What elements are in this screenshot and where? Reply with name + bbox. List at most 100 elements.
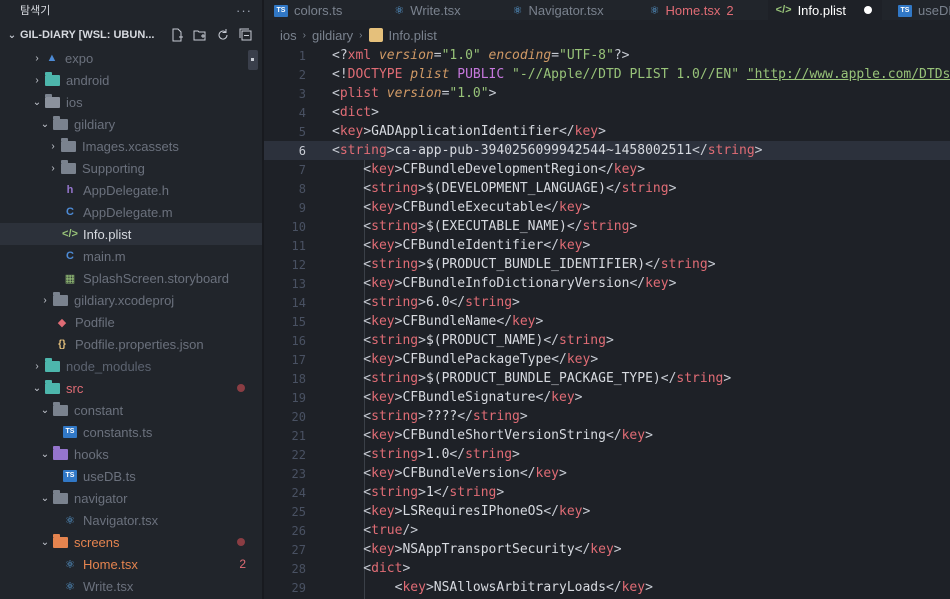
code-editor[interactable]: 1 <?xml version="1.0" encoding="UTF-8"?> 2… <box>264 46 950 599</box>
code-token: CFBundleDevelopmentRegion <box>402 162 599 177</box>
line-number: 9 <box>298 200 306 215</box>
code-line[interactable]: 11 <key>CFBundleIdentifier</key> <box>264 236 950 255</box>
new-folder-icon[interactable] <box>191 27 208 44</box>
tab-navigator-tsx[interactable]: ⚛ Navigator.tsx <box>473 0 616 20</box>
code-line[interactable]: 22 <string>1.0</string> <box>264 445 950 464</box>
code-line[interactable]: 29 <key>NSAllowsArbitraryLoads</key> <box>264 578 950 597</box>
code-line[interactable]: 9 <key>CFBundleExecutable</key> <box>264 198 950 217</box>
code-line[interactable]: 4 <dict> <box>264 103 950 122</box>
code-line[interactable]: 28 <dict> <box>264 559 950 578</box>
tree-file-appdelegate-h[interactable]: h AppDelegate.h <box>0 179 262 201</box>
collapse-all-icon[interactable] <box>237 27 254 44</box>
code-line[interactable]: 14 <string>6.0</string> <box>264 293 950 312</box>
more-actions-icon[interactable]: ··· <box>236 3 252 18</box>
code-token: > <box>512 447 520 462</box>
tree-folder-gildiary[interactable]: ⌄ gildiary <box>0 113 262 135</box>
tree-file-navigator-tsx[interactable]: ⚛ Navigator.tsx <box>0 509 262 531</box>
code-line[interactable]: 23 <key>CFBundleVersion</key> <box>264 464 950 483</box>
tree-file-info-plist[interactable]: </> Info.plist <box>0 223 262 245</box>
code-text: <string>$(PRODUCT_NAME)</string> <box>332 333 614 348</box>
code-line[interactable]: 21 <key>CFBundleShortVersionString</key> <box>264 426 950 445</box>
tree-file-constants-ts[interactable]: TS constants.ts <box>0 421 262 443</box>
code-line[interactable]: 1 <?xml version="1.0" encoding="UTF-8"?> <box>264 46 950 65</box>
tree-folder-navigator[interactable]: ⌄ navigator <box>0 487 262 509</box>
code-line[interactable]: 19 <key>CFBundleSignature</key> <box>264 388 950 407</box>
project-header[interactable]: ⌄ GIL-DIARY [WSL: UBUN... <box>0 20 262 50</box>
tree-folder-ios[interactable]: ⌄ ios <box>0 91 262 113</box>
tree-file-splashscreen-storyboard[interactable]: ▦ SplashScreen.storyboard <box>0 267 262 289</box>
tree-file-podfile-properties-json[interactable]: {} Podfile.properties.json <box>0 333 262 355</box>
code-text: <string>$(EXECUTABLE_NAME)</string> <box>332 219 637 234</box>
code-token: </ <box>645 257 661 272</box>
code-line[interactable]: 10 <string>$(EXECUTABLE_NAME)</string> <box>264 217 950 236</box>
tree-file-home-tsx[interactable]: ⚛ Home.tsx 2 <box>0 553 262 575</box>
code-token: </ <box>457 409 473 424</box>
c-file-icon: C <box>66 206 74 218</box>
code-text: <string>$(DEVELOPMENT_LANGUAGE)</string> <box>332 181 676 196</box>
code-line[interactable]: 5 <key>GADApplicationIdentifier</key> <box>264 122 950 141</box>
tab-info-plist[interactable]: </> Info.plist <box>767 0 882 20</box>
code-token: > <box>605 333 614 348</box>
unsaved-dot-icon[interactable] <box>863 6 872 14</box>
code-token: </ <box>558 124 575 139</box>
tree-item-label: ios <box>66 94 83 110</box>
tree-file-appdelegate-m[interactable]: C AppDelegate.m <box>0 201 262 223</box>
code-token: > <box>488 86 497 101</box>
tree-item-label: navigator <box>74 490 128 506</box>
tree-folder-src[interactable]: ⌄ src <box>0 377 262 399</box>
code-token: </ <box>543 333 559 348</box>
code-line[interactable]: 24 <string>1</string> <box>264 483 950 502</box>
code-line[interactable]: 20 <string>????</string> <box>264 407 950 426</box>
folder-icon <box>61 137 76 152</box>
breadcrumb-item[interactable]: Info.plist <box>389 28 437 43</box>
tree-file-podfile[interactable]: ◆ Podfile <box>0 311 262 333</box>
code-token: </ <box>605 580 622 595</box>
tree-folder-hooks[interactable]: ⌄ hooks <box>0 443 262 465</box>
code-token: > <box>582 238 591 253</box>
code-line[interactable]: 18 <string>$(PRODUCT_BUNDLE_PACKAGE_TYPE… <box>264 369 950 388</box>
tree-folder-constant[interactable]: ⌄ constant <box>0 399 262 421</box>
tree-folder-images-xcassets[interactable]: › Images.xcassets <box>0 135 262 157</box>
explorer-title: 탐색기 <box>20 5 51 17</box>
refresh-icon[interactable] <box>214 27 231 44</box>
tree-folder-node-modules[interactable]: › node_modules <box>0 355 262 377</box>
code-line[interactable]: 12 <string>$(PRODUCT_BUNDLE_IDENTIFIER)<… <box>264 255 950 274</box>
tree-file-write-tsx[interactable]: ⚛ Write.tsx <box>0 575 262 597</box>
code-line[interactable]: 17 <key>CFBundlePackageType</key> <box>264 350 950 369</box>
breadcrumb-item[interactable]: ios <box>280 28 297 43</box>
chevron-down-icon: ⌄ <box>40 536 50 548</box>
tree-folder-gildiary-xcodeproj[interactable]: › gildiary.xcodeproj <box>0 289 262 311</box>
code-token: encoding <box>480 48 552 63</box>
code-line[interactable]: 27 <key>NSAppTransportSecurity</key> <box>264 540 950 559</box>
code-line[interactable]: 13 <key>CFBundleInfoDictionaryVersion</k… <box>264 274 950 293</box>
code-line[interactable]: 3 <plist version="1.0"> <box>264 84 950 103</box>
tree-file-main-m[interactable]: C main.m <box>0 245 262 267</box>
code-line[interactable]: 15 <key>CFBundleName</key> <box>264 312 950 331</box>
tab-colors-ts[interactable]: TS colors.ts <box>264 0 354 20</box>
code-token: > <box>402 561 411 576</box>
code-line[interactable]: 2 <!DOCTYPE plist PUBLIC "-//Apple//DTD P… <box>264 65 950 84</box>
code-line[interactable]: 16 <string>$(PRODUCT_NAME)</string> <box>264 331 950 350</box>
tree-folder-screens[interactable]: ⌄ screens <box>0 531 262 553</box>
chevron-right-icon: › <box>35 74 39 86</box>
code-token: 1 <box>425 485 434 500</box>
tree-folder-android[interactable]: › android <box>0 69 262 91</box>
new-file-icon[interactable] <box>168 27 185 44</box>
code-line[interactable]: 7 <key>CFBundleDevelopmentRegion</key> <box>264 160 950 179</box>
tree-folder-expo[interactable]: › ▲ expo <box>0 47 262 69</box>
code-line[interactable]: 8 <string>$(DEVELOPMENT_LANGUAGE)</strin… <box>264 179 950 198</box>
code-line[interactable]: 25 <key>LSRequiresIPhoneOS</key> <box>264 502 950 521</box>
tree-file-usedb-ts[interactable]: TS useDB.ts <box>0 465 262 487</box>
code-line[interactable]: 6 <string>ca-app-pub-3940256099942544~145… <box>264 141 950 160</box>
tab-home-tsx[interactable]: ⚛ Home.tsx 2 <box>616 0 746 20</box>
android-folder-icon <box>45 71 60 86</box>
code-token: < <box>332 542 372 557</box>
code-token: < <box>332 352 372 367</box>
breadcrumb-item[interactable]: gildiary <box>312 28 353 43</box>
tree-folder-supporting[interactable]: › Supporting <box>0 157 262 179</box>
code-token: "http://www.apple.com/DTDs/P <box>746 67 950 82</box>
code-line[interactable]: 26 <true/> <box>264 521 950 540</box>
code-text: <dict> <box>332 105 379 120</box>
tab-usedb-ts[interactable]: TS useDB.ts <box>882 0 950 20</box>
tab-write-tsx[interactable]: ⚛ Write.tsx <box>354 0 472 20</box>
